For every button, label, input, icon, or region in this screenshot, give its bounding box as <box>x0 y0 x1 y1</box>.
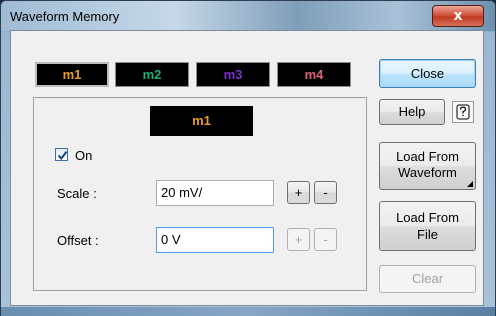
on-label: On <box>75 148 93 163</box>
scale-increase-button[interactable]: + <box>287 181 310 204</box>
scale-label: Scale : <box>57 186 97 201</box>
context-help-icon[interactable] <box>452 101 474 123</box>
tab-m2-label: m2 <box>142 67 162 82</box>
tab-m3[interactable]: m3 <box>196 62 270 87</box>
offset-decrease-button[interactable]: - <box>314 228 337 251</box>
title-bar[interactable]: Waveform Memory x <box>1 1 495 31</box>
window-title: Waveform Memory <box>10 9 120 24</box>
load-from-file-line1: Load From <box>396 210 459 225</box>
offset-input[interactable]: 0 V <box>156 227 274 253</box>
on-checkbox[interactable] <box>55 148 68 161</box>
offset-increase-button[interactable]: + <box>287 228 310 251</box>
load-from-waveform-line1: Load From <box>396 149 459 164</box>
tab-m2[interactable]: m2 <box>115 62 189 87</box>
close-button[interactable]: Close <box>379 59 476 88</box>
close-window-icon[interactable]: x <box>432 5 484 27</box>
tab-m4[interactable]: m4 <box>277 62 351 87</box>
clear-button[interactable]: Clear <box>379 265 476 293</box>
tab-m3-label: m3 <box>223 67 243 82</box>
tab-m1-label: m1 <box>62 67 82 82</box>
scale-decrease-button[interactable]: - <box>314 181 337 204</box>
checkmark-icon <box>57 151 68 161</box>
load-from-file-line2: File <box>417 227 438 242</box>
question-mark-icon <box>456 104 470 120</box>
tab-m4-label: m4 <box>304 67 324 82</box>
load-from-file-button[interactable]: Load From File <box>379 201 476 251</box>
load-from-waveform-line2: Waveform <box>398 165 457 180</box>
tab-m1[interactable]: m1 <box>35 62 109 87</box>
offset-label: Offset : <box>57 233 99 248</box>
dropdown-corner-icon <box>467 181 473 187</box>
help-button[interactable]: Help <box>379 99 445 125</box>
selected-memory-label: m1 <box>150 106 253 136</box>
window-bottom-frame <box>1 307 495 316</box>
scale-input[interactable]: 20 mV/ <box>156 180 274 206</box>
load-from-waveform-button[interactable]: Load From Waveform <box>379 142 476 190</box>
